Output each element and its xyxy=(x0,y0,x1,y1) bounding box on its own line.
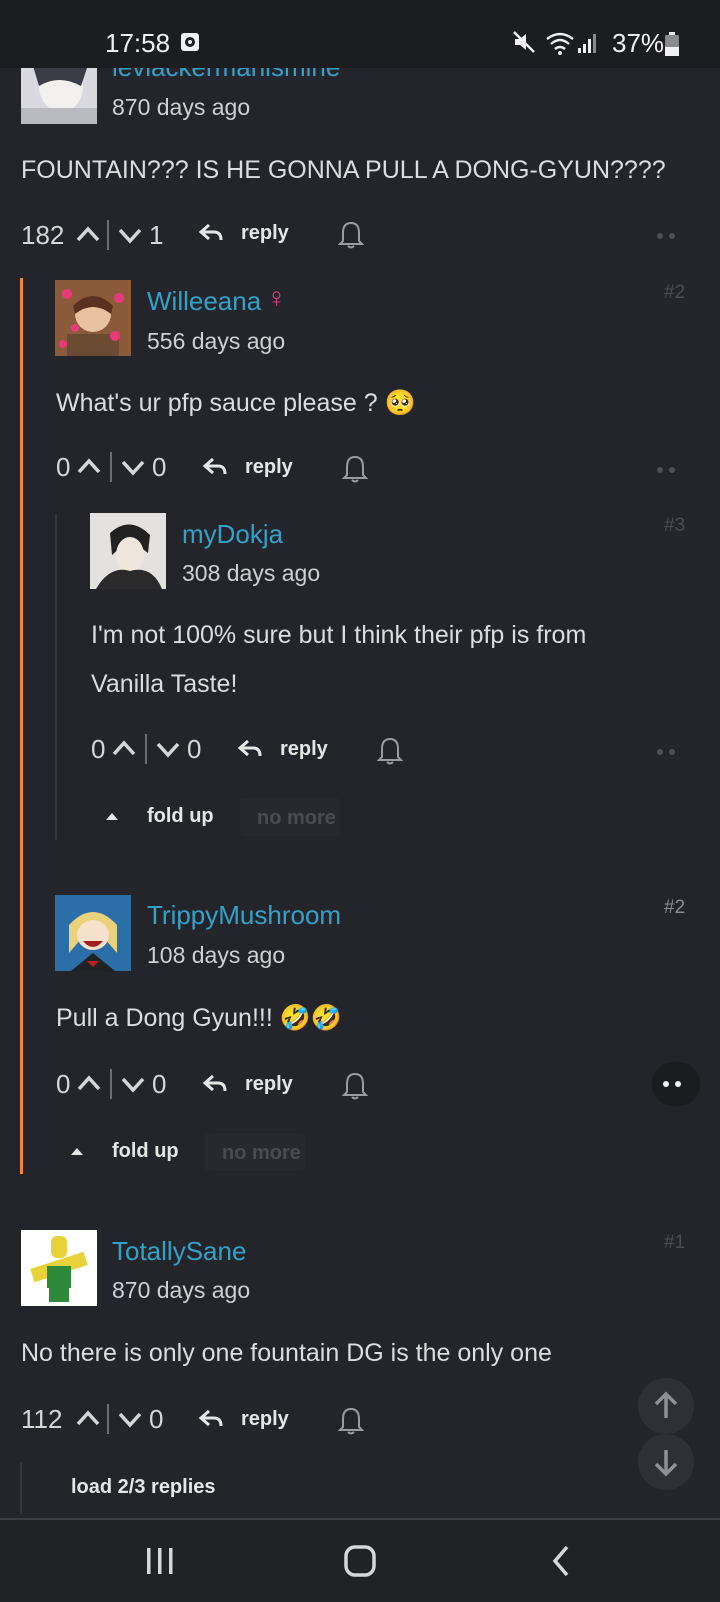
reply-button[interactable]: reply xyxy=(280,738,328,761)
nested-thread-line xyxy=(55,514,57,840)
thread-line xyxy=(20,278,23,1174)
vote-bar: 0 0 xyxy=(91,734,231,774)
downvote-count: 0 xyxy=(149,1404,164,1434)
mute-icon xyxy=(513,31,535,53)
upvote-icon[interactable] xyxy=(76,1073,102,1093)
arrow-down-icon xyxy=(654,1450,678,1477)
reply-icon[interactable] xyxy=(198,222,224,244)
fold-up-icon[interactable] xyxy=(69,1145,85,1157)
upvote-icon[interactable] xyxy=(111,738,137,758)
scroll-up-button[interactable] xyxy=(638,1378,694,1434)
comment-index: #3 xyxy=(664,515,686,536)
more-options-icon[interactable] xyxy=(656,1078,696,1090)
vote-bar: 0 0 xyxy=(56,1069,196,1109)
vote-divider xyxy=(145,734,147,764)
vote-divider xyxy=(107,1404,109,1434)
upvote-icon[interactable] xyxy=(75,224,101,244)
downvote-count: 1 xyxy=(149,220,164,250)
reply-icon[interactable] xyxy=(237,738,263,760)
downvote-count: 0 xyxy=(187,734,202,764)
battery-icon xyxy=(665,32,679,56)
bell-icon[interactable] xyxy=(377,736,403,766)
reply-button[interactable]: reply xyxy=(241,1408,289,1431)
comment-index: #2 xyxy=(664,897,686,918)
vote-divider xyxy=(107,220,109,250)
vote-divider xyxy=(110,452,112,482)
comment-time: 108 days ago xyxy=(147,942,286,968)
no-more-label: no more xyxy=(257,807,336,829)
comment-username[interactable]: myDokja xyxy=(182,519,283,550)
comment-time: 870 days ago xyxy=(112,94,251,120)
reply-button[interactable]: reply xyxy=(245,1073,293,1096)
bell-icon[interactable] xyxy=(338,1406,364,1436)
more-options-icon[interactable] xyxy=(656,230,696,242)
vote-divider xyxy=(110,1069,112,1099)
downvote-icon[interactable] xyxy=(120,1075,146,1095)
nested-thread-line xyxy=(20,1462,22,1514)
downvote-icon[interactable] xyxy=(117,226,143,246)
downvote-count: 0 xyxy=(152,452,167,482)
comment-time: 556 days ago xyxy=(147,328,286,354)
no-more-label: no more xyxy=(222,1142,301,1164)
more-options-button[interactable] xyxy=(652,1062,700,1106)
bell-icon[interactable] xyxy=(342,454,368,484)
battery-percent: 37% xyxy=(612,28,665,58)
back-icon[interactable] xyxy=(550,1544,572,1578)
status-bar: 17:58 37% xyxy=(0,0,720,68)
upvote-count: 0 xyxy=(91,734,106,764)
scroll-down-button[interactable] xyxy=(638,1434,694,1490)
reply-button[interactable]: reply xyxy=(245,456,293,479)
comment-username[interactable]: Willeeana xyxy=(147,286,261,317)
upvote-count: 182 xyxy=(21,220,65,250)
navigation-bar xyxy=(0,1518,720,1602)
upvote-icon[interactable] xyxy=(75,1408,101,1428)
downvote-icon[interactable] xyxy=(117,1410,143,1430)
signal-icon xyxy=(578,34,596,53)
comment-text: What's ur pfp sauce please ? 🥺 xyxy=(56,389,416,417)
downvote-count: 0 xyxy=(152,1069,167,1099)
recent-apps-icon[interactable] xyxy=(145,1546,175,1576)
comment-text-line: I'm not 100% sure but I think their pfp … xyxy=(91,621,587,649)
avatar[interactable] xyxy=(55,280,131,356)
comment-text-line: Vanilla Taste! xyxy=(91,670,238,698)
vote-bar: 112 0 xyxy=(21,1404,181,1444)
fold-up-button[interactable]: fold up xyxy=(112,1140,179,1163)
female-gender-icon: ♀ xyxy=(266,282,287,313)
comment-text: FOUNTAIN??? IS HE GONNA PULL A DONG-GYUN… xyxy=(21,156,666,184)
reply-icon[interactable] xyxy=(202,456,228,478)
wifi-icon xyxy=(546,32,574,55)
reply-icon[interactable] xyxy=(198,1408,224,1430)
downvote-icon[interactable] xyxy=(155,740,181,760)
fold-up-icon[interactable] xyxy=(104,810,120,822)
arrow-up-icon xyxy=(654,1391,678,1418)
avatar[interactable] xyxy=(21,1230,97,1306)
reply-button[interactable]: reply xyxy=(241,222,289,245)
vote-bar: 0 0 xyxy=(56,452,196,492)
comment-index: #1 xyxy=(664,1232,686,1253)
comment-index: #2 xyxy=(664,282,686,303)
fold-up-button[interactable]: fold up xyxy=(147,805,214,828)
downvote-icon[interactable] xyxy=(120,458,146,478)
comment-time: 870 days ago xyxy=(112,1277,251,1303)
bell-icon[interactable] xyxy=(342,1071,368,1101)
comment-text: No there is only one fountain DG is the … xyxy=(21,1339,552,1367)
comment-username[interactable]: TotallySane xyxy=(112,1236,246,1267)
alarm-icon xyxy=(181,33,199,51)
avatar[interactable] xyxy=(55,895,131,971)
load-replies-button[interactable]: load 2/3 replies xyxy=(71,1476,216,1499)
more-options-icon[interactable] xyxy=(656,746,696,758)
reply-icon[interactable] xyxy=(202,1073,228,1095)
upvote-count: 112 xyxy=(21,1404,63,1434)
status-time: 17:58 xyxy=(105,28,171,58)
upvote-count: 0 xyxy=(56,452,71,482)
upvote-icon[interactable] xyxy=(76,456,102,476)
comment-username[interactable]: TrippyMushroom xyxy=(147,900,341,931)
avatar[interactable] xyxy=(90,513,166,589)
comment-text: Pull a Dong Gyun!!! 🤣🤣 xyxy=(56,1004,342,1032)
more-options-icon[interactable] xyxy=(656,464,696,476)
home-icon[interactable] xyxy=(343,1544,377,1578)
bell-icon[interactable] xyxy=(338,220,364,250)
upvote-count: 0 xyxy=(56,1069,71,1099)
comment-time: 308 days ago xyxy=(182,560,321,586)
